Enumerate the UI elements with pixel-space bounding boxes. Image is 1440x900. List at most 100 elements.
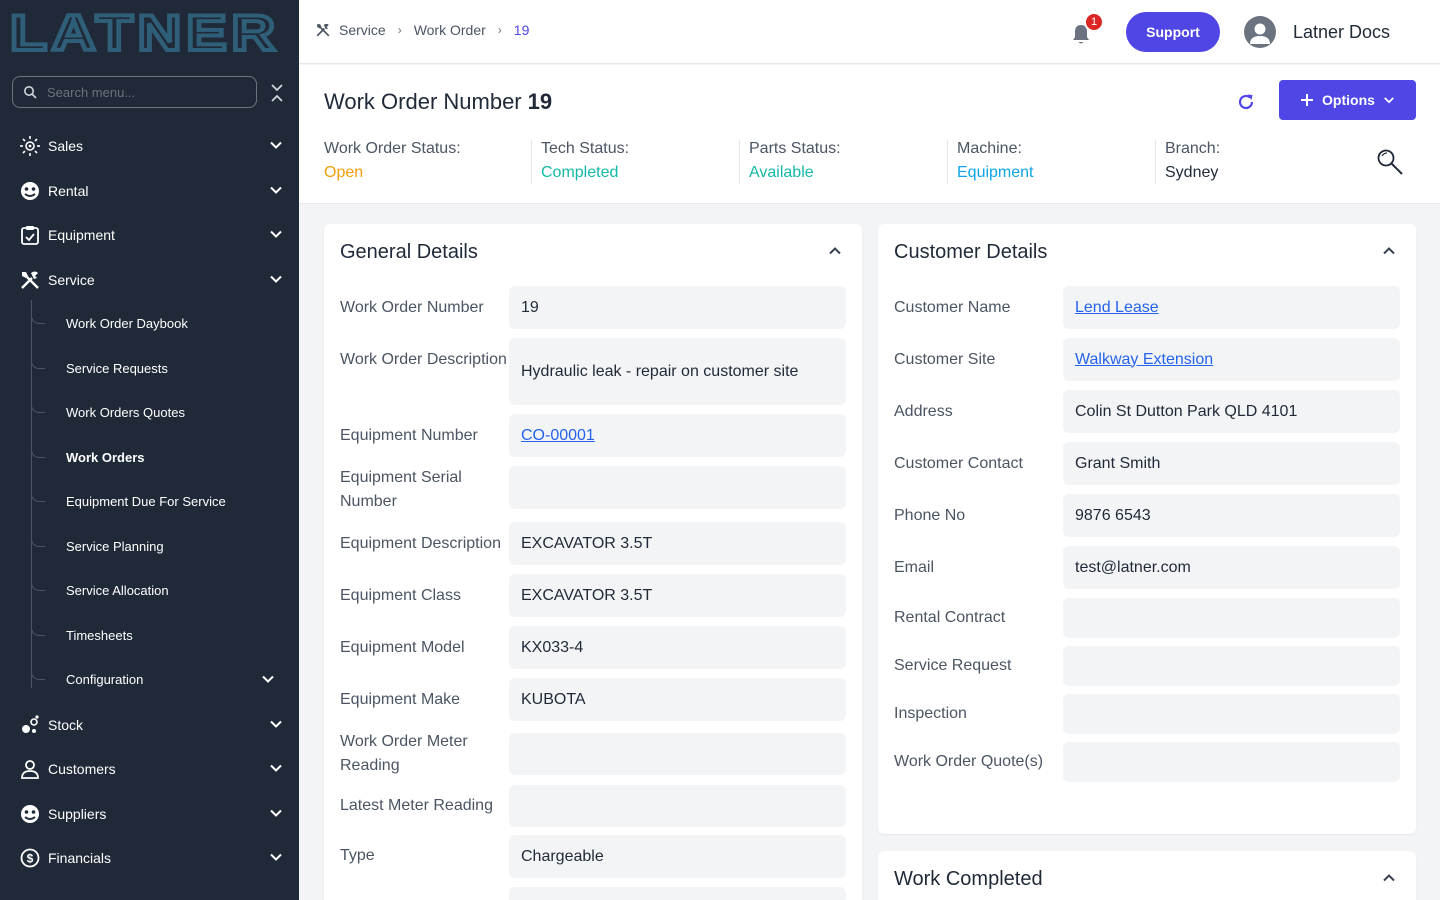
customer-name-link[interactable]: Lend Lease xyxy=(1075,296,1159,320)
dollar-cycle-icon: $ xyxy=(19,847,41,869)
customer-contact-field: Grant Smith xyxy=(1063,442,1400,485)
sidebar-item-label: Suppliers xyxy=(48,806,107,822)
stat-work-order-status: Work Order Status: Open xyxy=(324,140,461,181)
stat-parts-status: Parts Status: Available xyxy=(749,140,841,181)
sidebar-item-sales[interactable]: Sales xyxy=(0,124,299,168)
sidebar-subitem-work-order-daybook[interactable]: Work Order Daybook xyxy=(31,302,291,346)
work-order-description-field: Hydraulic leak - repair on customer site xyxy=(509,338,846,405)
equipment-number-link[interactable]: CO-00001 xyxy=(521,424,595,448)
sidebar: LATNER Sales Rental Equipment Service Wo… xyxy=(0,0,299,900)
sidebar-subitem-configuration[interactable]: Configuration xyxy=(31,658,291,702)
customer-site-field: Walkway Extension xyxy=(1063,338,1400,381)
sidebar-subitem-work-orders-quotes[interactable]: Work Orders Quotes xyxy=(31,391,291,435)
chevron-up-icon[interactable] xyxy=(828,244,842,258)
chevron-down-icon xyxy=(270,764,282,772)
work-completed-card: Work Completed xyxy=(878,851,1416,900)
sidebar-subitem-service-planning[interactable]: Service Planning xyxy=(31,525,291,569)
sidebar-subitem-work-orders[interactable]: Work Orders xyxy=(31,436,291,480)
chevron-up-icon[interactable] xyxy=(1382,871,1396,885)
service-request-field xyxy=(1063,646,1400,686)
type-field: Chargeable xyxy=(509,835,846,878)
chevron-right-icon: › xyxy=(397,23,402,37)
collapse-sidebar-icon[interactable] xyxy=(268,82,286,104)
general-details-card: General Details Work Order Number 19 Wor… xyxy=(324,224,862,900)
customer-name-field: Lend Lease xyxy=(1063,286,1400,329)
breadcrumb: Service › Work Order › 19 xyxy=(315,22,529,38)
divider xyxy=(739,140,740,184)
breadcrumb-current: 19 xyxy=(513,22,530,38)
rental-contract-field xyxy=(1063,598,1400,638)
inspection-field xyxy=(1063,694,1400,734)
options-button[interactable]: Options xyxy=(1279,80,1416,120)
sidebar-item-label: Financials xyxy=(48,850,112,866)
chevron-down-icon xyxy=(270,186,282,194)
equipment-make-field: KUBOTA xyxy=(509,678,846,721)
equipment-number-field: CO-00001 xyxy=(509,414,846,457)
machine-link[interactable]: Equipment xyxy=(957,164,1034,182)
sidebar-item-label: Sales xyxy=(48,138,84,154)
sidebar-item-equipment[interactable]: Equipment xyxy=(0,213,299,257)
card-title: Work Completed xyxy=(894,868,1043,890)
user-name[interactable]: Latner Docs xyxy=(1293,22,1390,43)
customer-details-card: Customer Details Customer Name Lend Leas… xyxy=(878,224,1416,834)
customer-site-link[interactable]: Walkway Extension xyxy=(1075,348,1213,372)
stat-branch: Branch: Sydney xyxy=(1165,140,1221,181)
sidebar-subitem-service-allocation[interactable]: Service Allocation xyxy=(31,569,291,613)
divider xyxy=(531,140,532,184)
work-order-meter-reading-field xyxy=(509,733,846,775)
clipboard-check-icon xyxy=(19,224,41,246)
sidebar-item-customers[interactable]: Customers xyxy=(0,747,299,791)
sidebar-subitem-timesheets[interactable]: Timesheets xyxy=(31,614,291,658)
work-order-quotes-field xyxy=(1063,742,1400,782)
chevron-down-icon xyxy=(270,720,282,728)
divider xyxy=(1155,140,1156,184)
chevron-down-icon xyxy=(270,141,282,149)
breadcrumb-service[interactable]: Service xyxy=(339,22,386,38)
user-avatar-icon xyxy=(1250,23,1270,44)
sales-icon xyxy=(19,135,41,157)
sidebar-subitem-service-requests[interactable]: Service Requests xyxy=(31,347,291,391)
stat-tech-status: Tech Status: Completed xyxy=(541,140,630,181)
page-title: Work Order Number 19 xyxy=(324,89,553,114)
sidebar-item-stock[interactable]: Stock xyxy=(0,703,299,747)
sidebar-item-service[interactable]: Service xyxy=(0,258,299,302)
address-field: Colin St Dutton Park QLD 4101 xyxy=(1063,390,1400,433)
magnifier-icon[interactable] xyxy=(1375,147,1405,177)
latner-logo[interactable]: LATNER xyxy=(10,10,282,56)
support-button[interactable]: Support xyxy=(1126,12,1220,52)
chevron-up-icon[interactable] xyxy=(1382,244,1396,258)
next-field xyxy=(509,887,846,900)
work-order-number: 19 xyxy=(527,89,553,114)
avatar[interactable] xyxy=(1244,16,1276,48)
chevron-down-icon xyxy=(270,853,282,861)
equipment-description-field: EXCAVATOR 3.5T xyxy=(509,522,846,565)
menu-search[interactable] xyxy=(12,76,257,108)
tools-icon xyxy=(19,269,41,291)
svg-text:$: $ xyxy=(27,852,34,866)
sidebar-item-rental[interactable]: Rental xyxy=(0,169,299,213)
breadcrumb-work-order[interactable]: Work Order xyxy=(414,22,486,38)
divider xyxy=(947,140,948,184)
sidebar-item-suppliers[interactable]: Suppliers xyxy=(0,792,299,836)
chevron-down-icon xyxy=(262,675,274,683)
search-icon xyxy=(24,86,37,99)
equipment-model-field: KX033-4 xyxy=(509,626,846,669)
chevron-down-icon xyxy=(270,230,282,238)
suppliers-icon xyxy=(19,803,41,825)
sidebar-item-label: Equipment xyxy=(48,227,115,243)
chevron-right-icon: › xyxy=(497,23,502,37)
latest-meter-reading-field xyxy=(509,785,846,827)
sidebar-subitem-equipment-due-for-service[interactable]: Equipment Due For Service xyxy=(31,480,291,524)
tools-icon xyxy=(316,23,330,37)
sidebar-item-label: Service xyxy=(48,272,95,288)
card-title: General Details xyxy=(340,241,478,263)
work-order-number-field: 19 xyxy=(509,286,846,329)
sidebar-item-label: Rental xyxy=(48,183,89,199)
notification-badge: 1 xyxy=(1084,12,1104,32)
chevron-down-icon xyxy=(1384,97,1394,104)
user-icon xyxy=(19,758,41,780)
sidebar-item-financials[interactable]: $ Financials xyxy=(0,836,299,880)
search-input[interactable] xyxy=(47,84,237,100)
refresh-icon[interactable] xyxy=(1235,91,1257,113)
sidebar-item-label: Customers xyxy=(48,761,116,777)
